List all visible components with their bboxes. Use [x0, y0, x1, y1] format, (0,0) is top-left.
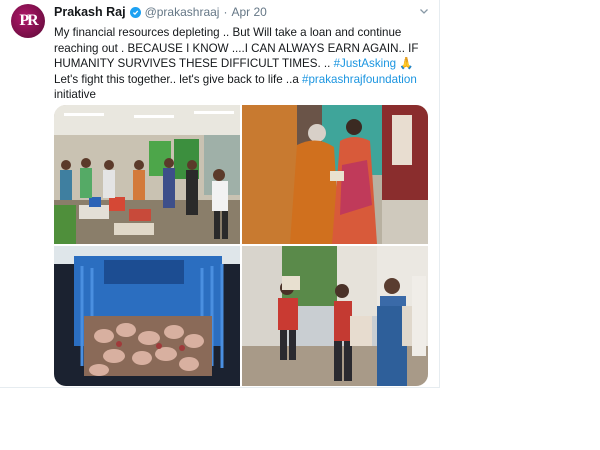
hashtag-link[interactable]: #JustAsking — [334, 57, 397, 70]
tweet-card[interactable]: PR Prakash Raj @prakashraaj · Apr 20 My … — [0, 0, 440, 388]
profile-avatar[interactable]: PR — [11, 4, 45, 38]
photo-loaded-truck[interactable] — [54, 246, 240, 386]
tweet-text: My financial resources depleting .. But … — [54, 25, 432, 103]
photo-vegetable-distribution[interactable] — [54, 105, 240, 244]
display-name[interactable]: Prakash Raj — [54, 5, 126, 19]
tweet-header: Prakash Raj @prakashraaj · Apr 20 — [54, 4, 267, 20]
separator-dot: · — [223, 5, 228, 19]
tweet-text-part: initiative — [54, 88, 96, 101]
photo-women-handover[interactable] — [242, 105, 428, 244]
tweet-text-part: Let's fight this together.. let's give b… — [54, 72, 303, 86]
user-handle[interactable]: @prakashraaj — [145, 5, 220, 19]
hashtag-link[interactable]: #prakashrajfoundation — [302, 73, 417, 86]
media-grid — [54, 105, 428, 386]
verified-badge-icon — [129, 6, 141, 18]
photo-street-distribution[interactable] — [242, 246, 428, 386]
chevron-down-icon[interactable] — [418, 4, 430, 16]
avatar-logo: PR — [19, 12, 38, 29]
tweet-date[interactable]: Apr 20 — [231, 5, 266, 19]
pray-emoji-icon: 🙏 — [399, 57, 414, 70]
